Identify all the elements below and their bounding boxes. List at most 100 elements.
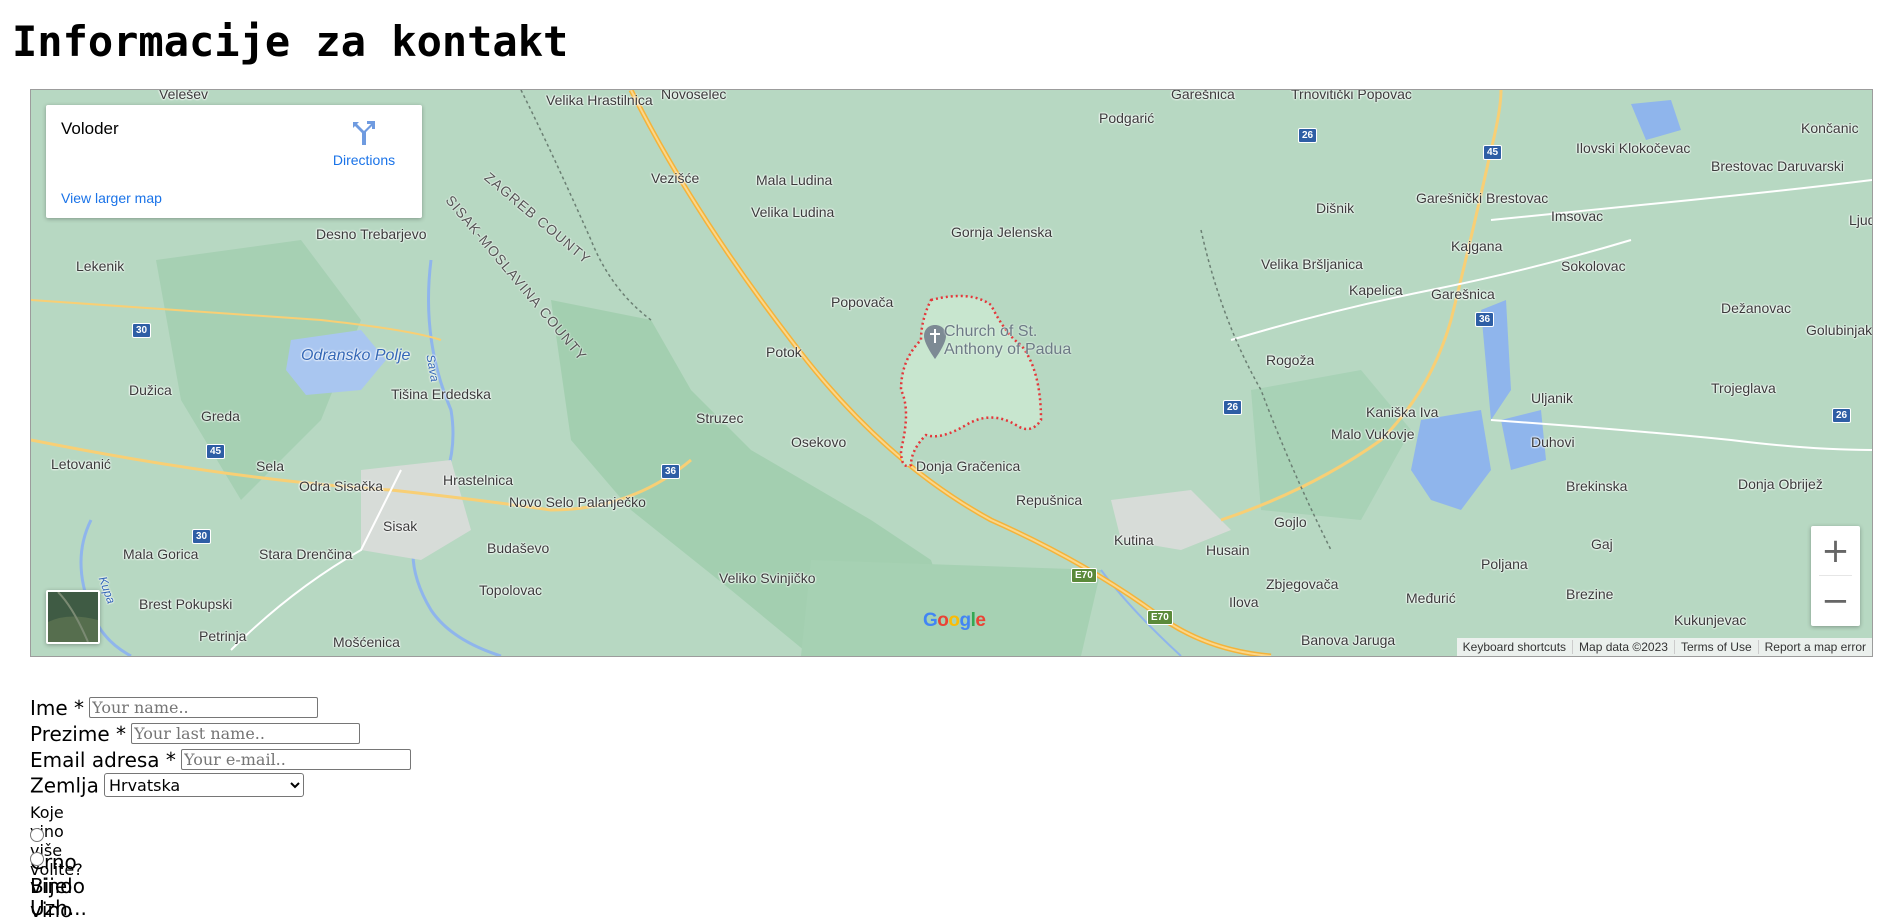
first-name-input[interactable]	[89, 697, 319, 718]
place-label: Odra Sisačka	[299, 478, 384, 494]
place-label: Garešnica	[1431, 286, 1495, 302]
last-name-input[interactable]	[131, 723, 361, 744]
map-info-card: Voloder Directions View larger map	[46, 105, 422, 218]
road-shield: E70	[1147, 610, 1173, 625]
last-name-row: Prezime *	[30, 722, 361, 746]
place-label: Veliko Svinjičko	[719, 570, 816, 586]
page-title: Informacije za kontakt	[12, 17, 569, 66]
place-label: Uljanik	[1531, 390, 1574, 406]
country-label: Zemlja	[30, 773, 99, 798]
place-label: Gojlo	[1274, 514, 1307, 530]
place-label: Dužica	[129, 382, 172, 398]
place-label: Brestovac Daruvarski	[1711, 158, 1845, 174]
red-wine-radio[interactable]	[30, 828, 44, 842]
first-name-row: Ime *	[30, 696, 319, 720]
country-row: Zemlja Hrvatska	[30, 773, 304, 798]
cut-off-label: Uzh...	[30, 896, 87, 920]
place-label: Trnovitički Popovac	[1291, 89, 1412, 102]
terms-of-use-link[interactable]: Terms of Use	[1673, 640, 1758, 654]
place-label: Vezišće	[651, 170, 700, 186]
place-label: Garešnica	[1171, 89, 1235, 102]
place-label: Malo Vukovje	[1331, 426, 1415, 442]
place-label: Repušnica	[1016, 492, 1083, 508]
place-label: Brezine	[1566, 586, 1614, 602]
satellite-toggle[interactable]	[46, 590, 100, 644]
white-wine-radio[interactable]	[30, 852, 44, 866]
zoom-control: + −	[1811, 526, 1860, 626]
google-logo: Google	[923, 610, 986, 631]
map-place-title: Voloder	[61, 119, 119, 138]
map-data-text: Map data ©2023	[1572, 640, 1674, 654]
email-row: Email adresa *	[30, 748, 412, 772]
embedded-map[interactable]: Velešev Velika Hrastilnica Novoselec Gar…	[30, 89, 1873, 657]
directions-icon	[353, 121, 375, 145]
place-label: Desno Trebarjevo	[316, 226, 427, 242]
place-label: Kajgana	[1451, 238, 1503, 254]
zoom-out-button[interactable]: −	[1811, 576, 1860, 625]
zoom-in-button[interactable]: +	[1811, 526, 1860, 575]
place-label: Velika Ludina	[751, 204, 835, 220]
place-label: Donja Obrijež	[1738, 476, 1823, 492]
place-label: Kutina	[1114, 532, 1154, 548]
place-label: Dežanovac	[1721, 300, 1792, 316]
place-label: Lekenik	[76, 258, 125, 274]
place-label: Poljana	[1481, 556, 1528, 572]
directions-label: Directions	[332, 152, 396, 168]
place-label: Novoselec	[661, 89, 727, 102]
place-label: Rogoža	[1266, 352, 1315, 368]
place-label: Hrastelnica	[443, 472, 514, 488]
road-shield: 36	[661, 464, 681, 479]
road-shield: 26	[1298, 128, 1318, 143]
place-label: Topolovac	[479, 582, 543, 598]
place-label: Popovača	[831, 294, 894, 310]
place-label: Tišina Erdedska	[391, 386, 491, 402]
place-label: Brest Pokupski	[139, 596, 233, 612]
place-label: Letovanić	[51, 456, 111, 472]
place-label: Trojeglava	[1711, 380, 1776, 396]
place-label: Podgarić	[1099, 110, 1155, 126]
place-label: Međurić	[1406, 590, 1456, 606]
poi-name: Church of St. Anthony of Padua	[944, 323, 1072, 358]
road-shield: E70	[1071, 568, 1097, 583]
satellite-thumbnail-icon	[48, 592, 98, 642]
place-label: Ilovski Klokočevac	[1576, 140, 1691, 156]
road-shield: 30	[192, 529, 212, 544]
place-label: Novo Selo Palanječko	[509, 494, 646, 510]
place-label: Struzec	[696, 410, 744, 426]
road-shield: 26	[1223, 400, 1243, 415]
map-footer: Keyboard shortcuts Map data ©2023 Terms …	[1456, 638, 1872, 656]
place-label: Petrinja	[199, 628, 247, 644]
road-shield: 26	[1832, 408, 1852, 423]
last-name-label: Prezime *	[30, 722, 126, 746]
view-larger-map-link[interactable]: View larger map	[61, 190, 162, 206]
place-label: Velika Hrastilnica	[546, 92, 653, 108]
place-label: Sisak	[383, 518, 418, 534]
first-name-label: Ime *	[30, 696, 85, 720]
place-label: Sokolovac	[1561, 258, 1626, 274]
road-shield: 36	[1475, 312, 1495, 327]
church-pin-icon	[924, 325, 946, 359]
email-input[interactable]	[181, 749, 412, 770]
place-label: Garešnički Brestovac	[1416, 190, 1549, 206]
place-label: Husain	[1206, 542, 1250, 558]
place-label: Budaševo	[487, 540, 550, 556]
place-label: Zbjegovača	[1266, 576, 1339, 592]
road-shield: 45	[206, 444, 226, 459]
place-label: Ilova	[1229, 594, 1259, 610]
place-label: Ljud	[1849, 212, 1873, 228]
place-label: Dišnik	[1316, 200, 1355, 216]
directions-button[interactable]: Directions	[328, 119, 400, 168]
place-label: Gaj	[1591, 536, 1613, 552]
place-label: Mošćenica	[333, 634, 400, 650]
report-map-error-link[interactable]: Report a map error	[1757, 640, 1872, 654]
place-label: Kapelica	[1349, 282, 1403, 298]
place-label: Mala Ludina	[756, 172, 833, 188]
place-label: Greda	[201, 408, 240, 424]
place-label: Duhovi	[1531, 434, 1575, 450]
place-label: Sela	[256, 458, 285, 474]
country-select[interactable]: Hrvatska	[103, 773, 304, 797]
keyboard-shortcuts-link[interactable]: Keyboard shortcuts	[1457, 640, 1572, 654]
lake-label: Odransko Polje	[301, 347, 411, 364]
place-label: Donja Gračenica	[916, 458, 1021, 474]
road-shield: 30	[132, 323, 152, 338]
